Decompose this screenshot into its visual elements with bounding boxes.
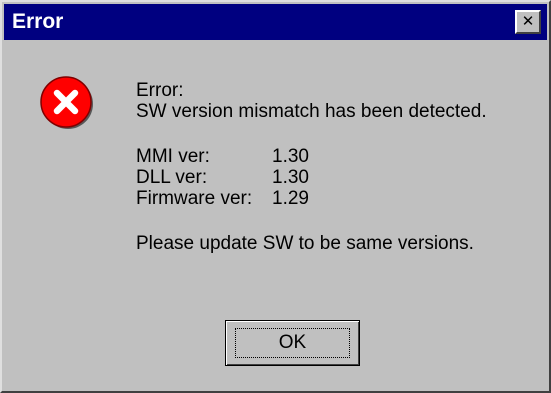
close-icon: ✕ [521,12,535,30]
close-button[interactable]: ✕ [515,10,541,34]
version-value: 1.29 [272,188,309,209]
error-dialog: Error ✕ Error: SW version mismatch has b… [0,0,551,393]
window-title: Error [12,10,64,33]
title-bar[interactable]: Error ✕ [4,4,547,40]
version-value: 1.30 [272,146,309,167]
version-row: MMI ver: 1.30 [136,146,487,167]
error-icon [40,76,93,129]
error-detail: SW version mismatch has been detected. [136,101,487,122]
message-area: Error: SW version mismatch has been dete… [136,80,487,254]
version-row: DLL ver: 1.30 [136,167,487,188]
error-heading: Error: [136,80,184,101]
version-label: DLL ver: [136,167,208,188]
ok-button-label: OK [278,332,307,353]
version-value: 1.30 [272,167,309,188]
ok-focus-rect: OK [235,328,350,358]
version-label: Firmware ver: [136,188,253,209]
version-label: MMI ver: [136,146,210,167]
ok-button[interactable]: OK [225,320,360,366]
version-row: Firmware ver: 1.29 [136,188,487,209]
update-instruction: Please update SW to be same versions. [136,233,474,254]
